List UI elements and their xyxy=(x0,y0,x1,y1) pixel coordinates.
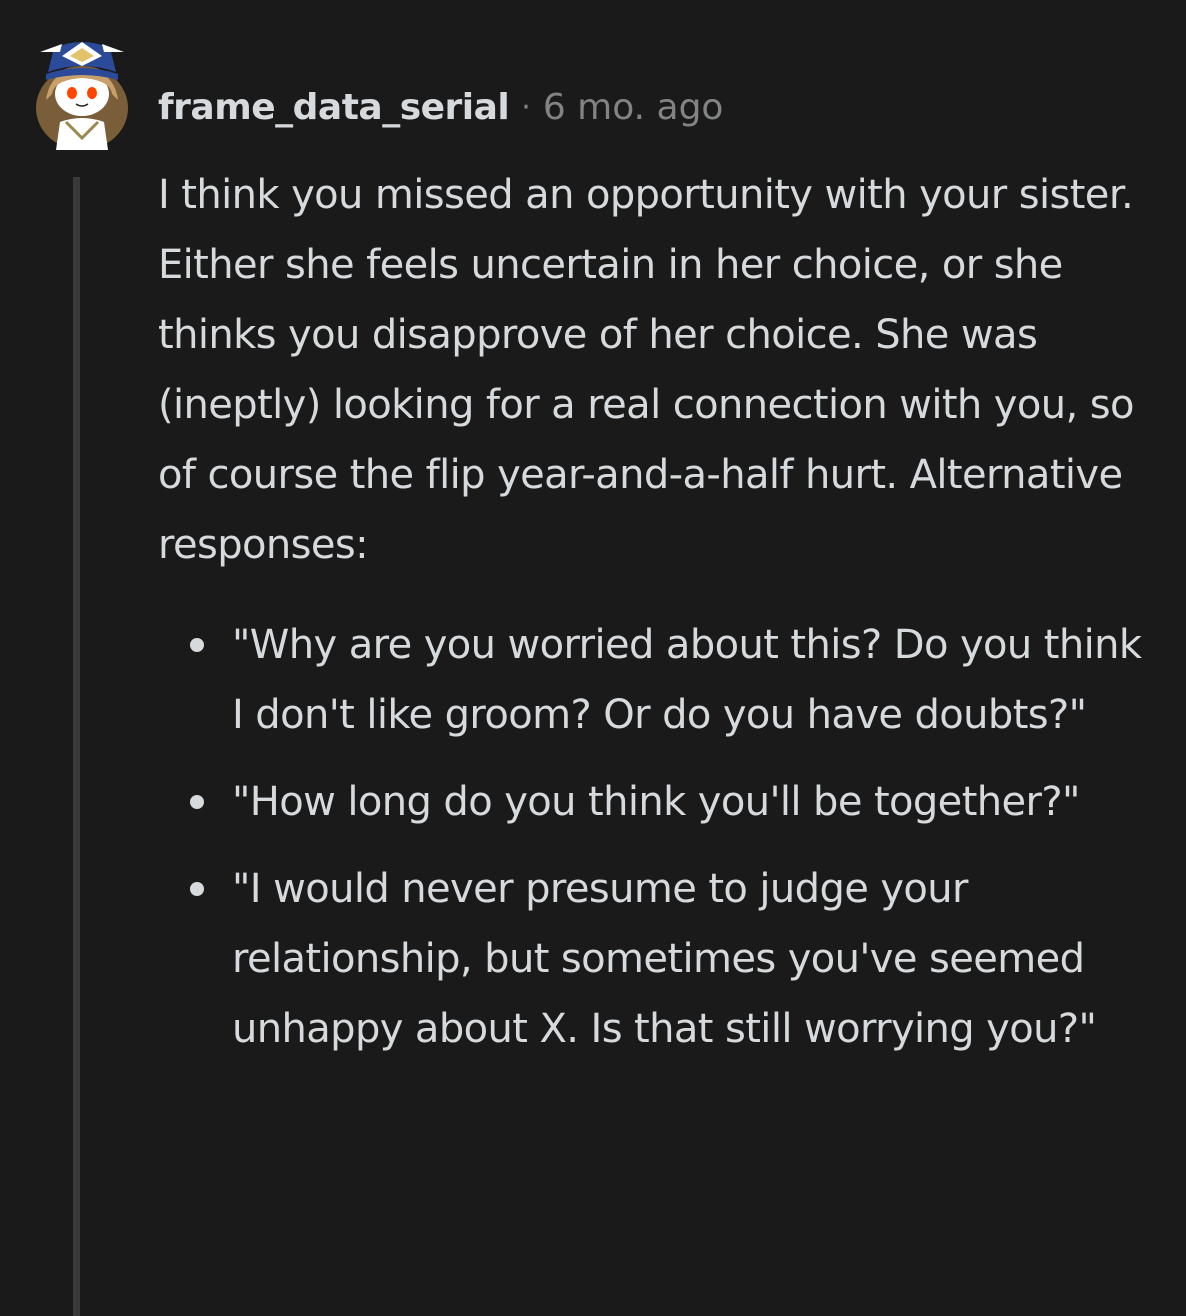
bullet-list: "Why are you worried about this? Do you … xyxy=(158,610,1148,1064)
snoo-avatar-captain-hat-icon xyxy=(36,42,128,150)
timestamp-link[interactable]: 6 mo. ago xyxy=(543,87,724,128)
list-item: "How long do you think you'll be togethe… xyxy=(190,767,1148,837)
meta-separator: · xyxy=(521,89,531,125)
comment-body: I think you missed an opportunity with y… xyxy=(158,160,1148,1081)
comment: frame_data_serial · 6 mo. ago I think yo… xyxy=(0,0,1186,1316)
list-item: "Why are you worried about this? Do you … xyxy=(190,610,1148,750)
thread-collapse-line[interactable] xyxy=(73,177,80,1316)
avatar[interactable] xyxy=(32,30,132,152)
comment-paragraph: I think you missed an opportunity with y… xyxy=(158,172,1134,568)
username-link[interactable]: frame_data_serial xyxy=(158,87,510,128)
comment-meta: frame_data_serial · 6 mo. ago xyxy=(158,82,723,132)
list-item: "I would never presume to judge your rel… xyxy=(190,854,1148,1064)
